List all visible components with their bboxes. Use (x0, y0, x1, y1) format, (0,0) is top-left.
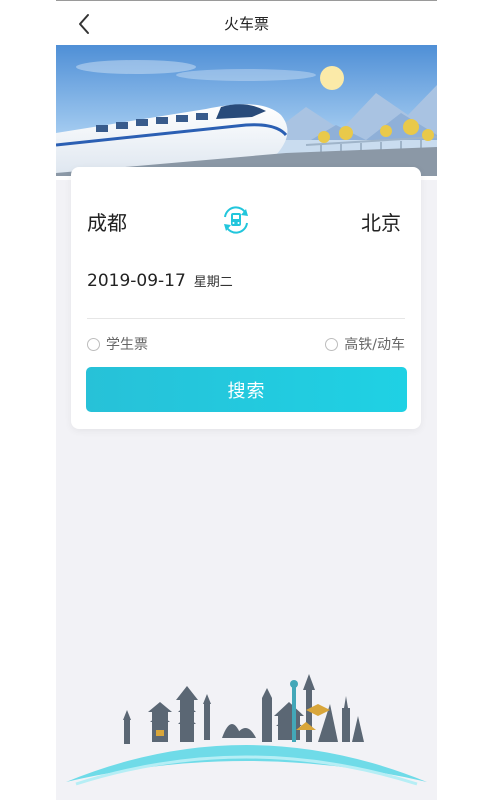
student-ticket-radio[interactable] (87, 337, 100, 351)
high-speed-option[interactable]: 高铁/动车 (325, 334, 405, 354)
high-speed-radio[interactable] (325, 337, 339, 351)
landmarks-illustration (56, 660, 437, 800)
nav-bar: 火车票 (56, 1, 437, 45)
swap-train-icon (224, 206, 248, 234)
departure-date: 2019-09-17 (87, 271, 186, 291)
to-city[interactable]: 北京 (361, 207, 401, 236)
departure-weekday: 星期二 (193, 275, 233, 290)
student-ticket-option[interactable]: 学生票 (87, 334, 148, 354)
divider (87, 318, 405, 319)
page-title: 火车票 (223, 15, 269, 33)
train-ticket-screen: 火车票 成都 北京 2019-09-17 星期二 学生票 高铁/动车 搜索 (56, 0, 437, 800)
search-button[interactable]: 搜索 (86, 367, 407, 412)
student-ticket-label: 学生票 (106, 337, 148, 353)
train-banner (56, 45, 437, 180)
date-selector[interactable]: 2019-09-17 星期二 (87, 271, 405, 305)
high-speed-label: 高铁/动车 (344, 337, 405, 353)
from-city[interactable]: 成都 (87, 207, 127, 236)
swap-stations-button[interactable] (220, 204, 252, 236)
search-card: 成都 北京 2019-09-17 星期二 学生票 高铁/动车 搜索 (71, 167, 421, 429)
